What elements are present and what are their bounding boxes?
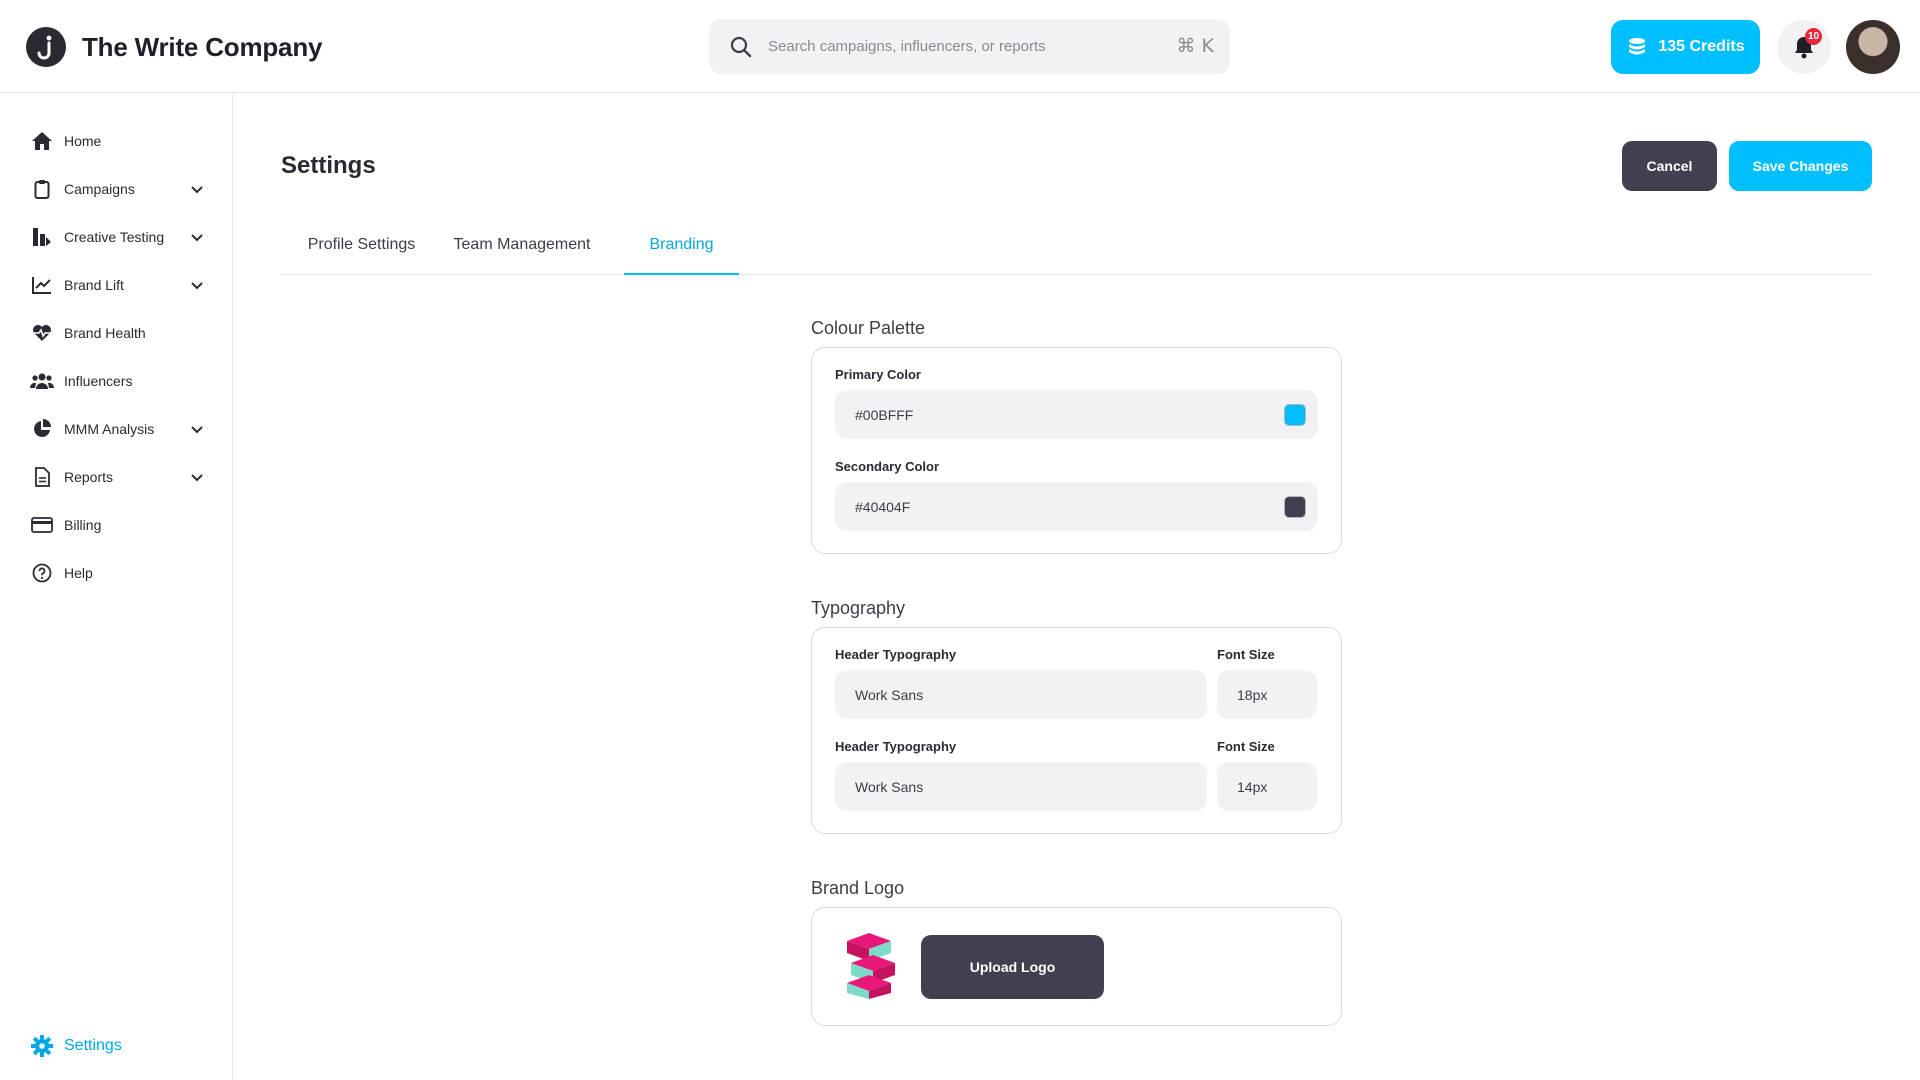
sidebar-item-label: Help — [64, 565, 93, 581]
search-icon — [730, 36, 752, 57]
credit-card-icon — [30, 513, 54, 537]
settings-tabs: Profile Settings Team Management Brandin… — [280, 224, 1872, 275]
sidebar-item-label: Brand Lift — [64, 277, 124, 293]
chevron-down-icon[interactable] — [189, 229, 205, 245]
sidebar-item-label: Home — [64, 133, 102, 149]
chevron-down-icon[interactable] — [189, 277, 205, 293]
notifications-button[interactable]: 10 — [1777, 20, 1831, 74]
chevron-down-icon[interactable] — [189, 181, 205, 197]
company-logo-icon — [26, 27, 66, 67]
header-font-size-field[interactable]: 18px — [1217, 670, 1317, 719]
top-bar: The Write Company ⌘ K 135 Credits 10 — [0, 0, 1920, 93]
sidebar-item-label: Campaigns — [64, 181, 135, 197]
font-size-label: Font Size — [1217, 739, 1275, 754]
sidebar-item-brand-health[interactable]: Brand Health — [30, 319, 205, 347]
sidebar-item-label: Reports — [64, 469, 114, 485]
sidebar-item-label: Influencers — [64, 373, 133, 389]
users-icon — [30, 369, 54, 393]
brand[interactable]: The Write Company — [26, 27, 322, 67]
brand-logo-title: Brand Logo — [811, 878, 905, 898]
chevron-down-icon[interactable] — [189, 421, 205, 437]
tab-profile-settings[interactable]: Profile Settings — [304, 224, 419, 275]
brand-logo-card: Upload Logo — [811, 907, 1342, 1026]
sidebar-item-label: Brand Health — [64, 325, 146, 341]
sidebar-item-home[interactable]: Home — [30, 127, 205, 155]
page-title: Settings — [281, 152, 376, 179]
search-input[interactable] — [768, 38, 1148, 55]
sidebar-item-settings[interactable]: Settings — [30, 1032, 205, 1060]
line-chart-icon — [30, 273, 54, 297]
primary-color-label: Primary Color — [835, 367, 921, 382]
credits-label: 135 Credits — [1658, 38, 1745, 55]
secondary-color-label: Secondary Color — [835, 459, 940, 474]
coins-icon — [1629, 38, 1646, 55]
primary-color-field[interactable]: #00BFFF — [835, 390, 1318, 439]
header-typography-label: Header Typography — [835, 647, 957, 662]
sidebar: Home Campaigns Creative Testing Brand Li… — [0, 94, 233, 1080]
sidebar-item-reports[interactable]: Reports — [30, 463, 205, 491]
header-font-field[interactable]: Work Sans — [835, 670, 1207, 719]
document-icon — [30, 465, 54, 489]
primary-color-value: #00BFFF — [855, 406, 914, 423]
font-size-label: Font Size — [1217, 647, 1275, 662]
cancel-button[interactable]: Cancel — [1622, 141, 1717, 191]
notification-badge: 10 — [1805, 28, 1822, 45]
sidebar-item-campaigns[interactable]: Campaigns — [30, 175, 205, 203]
company-name: The Write Company — [82, 31, 323, 62]
sidebar-item-label: MMM Analysis — [64, 421, 155, 437]
sidebar-item-influencers[interactable]: Influencers — [30, 367, 205, 395]
sidebar-item-label: Creative Testing — [64, 229, 165, 245]
body-font-size-field[interactable]: 14px — [1217, 762, 1317, 811]
sidebar-item-label: Settings — [64, 1037, 122, 1054]
brand-logo-preview — [835, 929, 906, 1003]
tab-branding[interactable]: Branding — [624, 224, 739, 275]
header-typography-label: Header Typography — [835, 739, 957, 754]
colour-palette-card: Primary Color #00BFFF Secondary Color #4… — [811, 347, 1342, 554]
sidebar-item-billing[interactable]: Billing — [30, 511, 205, 539]
pie-chart-icon — [30, 417, 54, 441]
typography-title: Typography — [811, 598, 906, 618]
secondary-color-field[interactable]: #40404F — [835, 482, 1318, 531]
tab-team-management[interactable]: Team Management — [452, 224, 592, 275]
search-shortcut-hint: ⌘ K — [1176, 35, 1215, 57]
colour-palette-title: Colour Palette — [811, 318, 926, 338]
avatar[interactable] — [1846, 20, 1900, 74]
home-icon — [30, 129, 54, 153]
secondary-color-value: #40404F — [855, 498, 911, 515]
gear-icon — [30, 1034, 54, 1058]
sidebar-item-brand-lift[interactable]: Brand Lift — [30, 271, 205, 299]
primary-color-swatch[interactable] — [1284, 404, 1306, 426]
clipboard-icon — [30, 177, 54, 201]
body-font-field[interactable]: Work Sans — [835, 762, 1207, 811]
help-icon — [30, 561, 54, 585]
save-changes-button[interactable]: Save Changes — [1729, 141, 1872, 191]
typography-card: Header Typography Font Size Work Sans 18… — [811, 627, 1342, 834]
heartbeat-icon — [30, 321, 54, 345]
sidebar-item-creative-testing[interactable]: Creative Testing — [30, 223, 205, 251]
sidebar-item-mmm-analysis[interactable]: MMM Analysis — [30, 415, 205, 443]
chevron-down-icon[interactable] — [189, 469, 205, 485]
sidebar-item-label: Billing — [64, 517, 102, 533]
upload-logo-button[interactable]: Upload Logo — [921, 935, 1104, 999]
search-bar[interactable]: ⌘ K — [709, 19, 1230, 74]
secondary-color-swatch[interactable] — [1284, 496, 1306, 518]
creative-testing-icon — [30, 225, 54, 249]
credits-button[interactable]: 135 Credits — [1611, 20, 1760, 74]
sidebar-item-help[interactable]: Help — [30, 559, 205, 587]
